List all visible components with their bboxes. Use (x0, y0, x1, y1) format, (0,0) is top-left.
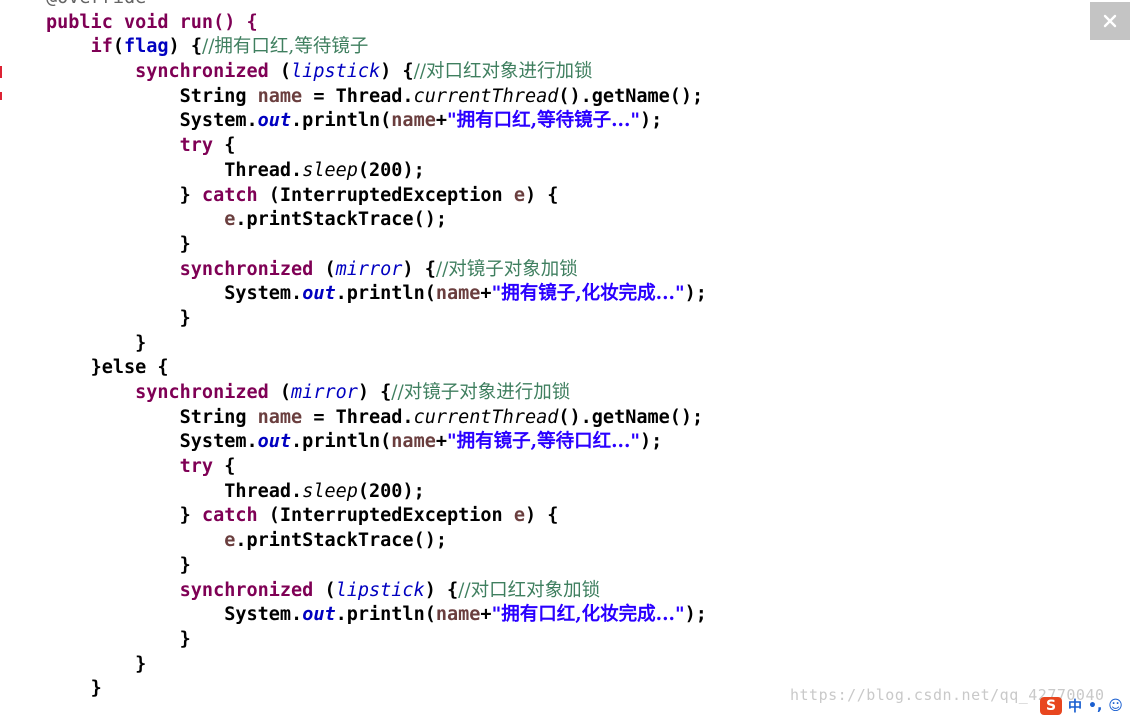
code-line-sync-mirror-1: synchronized (mirror) {//对镜子对象加锁 (179, 258, 578, 280)
code-line-stack-1: e.printStackTrace(); (224, 209, 447, 231)
code-line-close-2: } (179, 307, 191, 329)
code-line-catch-2: } catch (InterruptedException e) { (179, 505, 559, 527)
ime-language-toggle[interactable]: 中 (1068, 696, 1082, 716)
code-line-if: if(flag) {//拥有口红,等待镜子 (90, 36, 369, 58)
code-line-println-4: System.out.println(name+"拥有口红,化妆完成..."); (224, 604, 707, 626)
code-line-sync-mirror-2: synchronized (mirror) {//对镜子对象进行加锁 (135, 382, 571, 403)
code-line-name-2: String name = Thread.currentThread().get… (179, 406, 704, 428)
code-editor: @Override public void run() { if(flag) {… (46, 0, 1086, 702)
ime-toolbar[interactable]: S 中 •, ☺ (1040, 696, 1123, 716)
code-line-close-5: } (179, 628, 191, 650)
code-line-sleep-2: Thread.sleep(200); (224, 480, 425, 502)
code-line-close-6: } (135, 653, 147, 675)
ime-logo-icon[interactable]: S (1040, 697, 1062, 715)
code-line-close-3: } (135, 332, 147, 354)
close-button[interactable] (1090, 2, 1130, 40)
run-signature: public void run() { (46, 11, 258, 33)
code-line-sleep-1: Thread.sleep(200); (224, 159, 425, 181)
code-line-stack-2: e.printStackTrace(); (224, 530, 447, 552)
edge-marker-mid (0, 92, 2, 100)
code-line-sync-lipstick-2: synchronized (lipstick) {//对口红对象加锁 (179, 579, 601, 601)
code-line-println-1: System.out.println(name+"拥有口红,等待镜子..."); (179, 110, 663, 132)
code-line-try-1: try { (179, 135, 236, 157)
code-line-close-4: } (179, 554, 191, 576)
code-line-catch-1: } catch (InterruptedException e) { (179, 184, 559, 206)
code-line-name-1: String name = Thread.currentThread().get… (179, 85, 704, 107)
code-line-close-1: } (179, 233, 191, 255)
ime-punctuation-toggle[interactable]: •, (1088, 698, 1102, 714)
edge-marker-top (0, 66, 2, 78)
code-line-try-2: try { (179, 456, 236, 478)
code-line-annotation: @Override (46, 0, 1086, 11)
code-line-run: public void run() { (46, 11, 1086, 36)
close-icon (1103, 14, 1117, 28)
code-line-println-3: System.out.println(name+"拥有镜子,等待口红..."); (179, 431, 663, 453)
code-line-sync-lipstick: synchronized (lipstick) {//对口红对象进行加锁 (135, 61, 593, 83)
code-line-println-2: System.out.println(name+"拥有镜子,化妆完成..."); (224, 283, 707, 305)
ime-emoji-icon[interactable]: ☺ (1108, 698, 1123, 714)
code-line-else: }else { (90, 357, 169, 379)
